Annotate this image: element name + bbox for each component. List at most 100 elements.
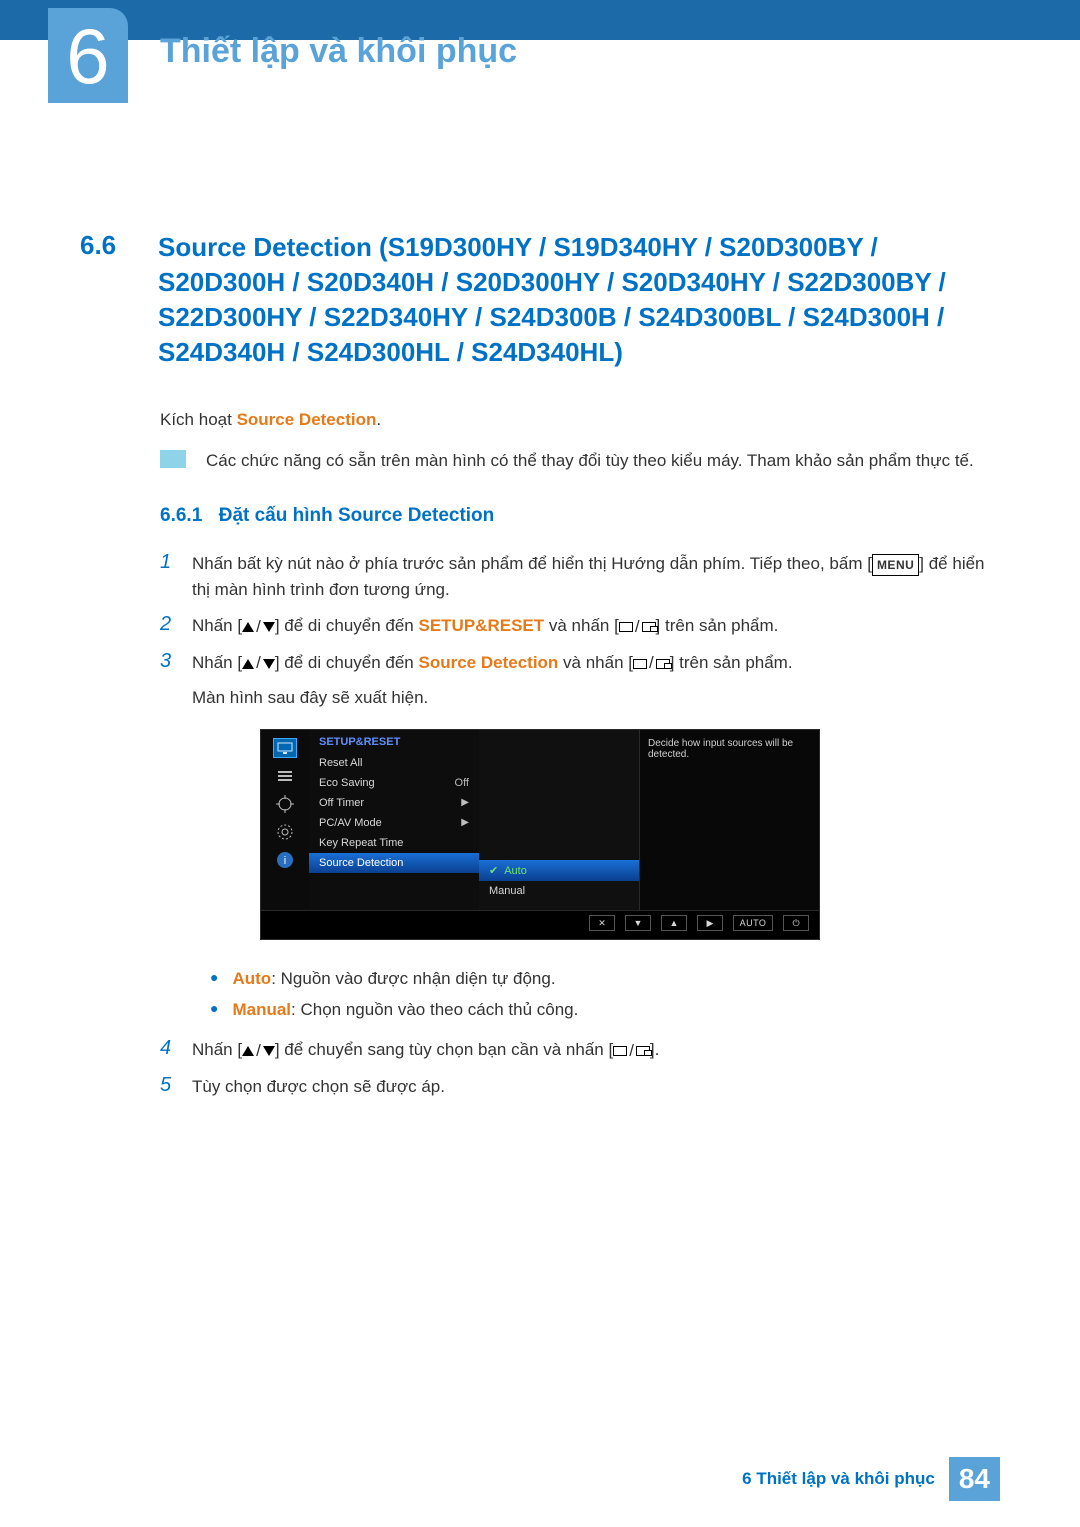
step-3: 3 Nhấn [/] để di chuyển đến Source Detec…	[160, 650, 1000, 711]
monitor-icon	[273, 738, 297, 758]
note-icon	[160, 450, 186, 468]
label: Manual	[489, 885, 525, 897]
osd-power-icon: ⏻	[783, 915, 809, 931]
step-number: 4	[160, 1037, 192, 1064]
text: Nhấn bất kỳ nút nào ở phía trước sản phẩ…	[192, 554, 872, 573]
step-body: Nhấn [/] để chuyển sang tùy chọn bạn cần…	[192, 1037, 659, 1064]
text: : Nguồn vào được nhận diện tự động.	[271, 969, 555, 988]
chapter-number: 6	[66, 17, 109, 95]
osd-sidebar: i	[261, 730, 309, 910]
text: Nhấn [	[192, 653, 242, 672]
crosshair-icon	[273, 794, 297, 814]
text: và nhấn [	[558, 653, 633, 672]
enter-icon: /	[613, 1038, 650, 1064]
term: Manual	[232, 1000, 291, 1019]
up-down-icon: /	[242, 614, 275, 640]
osd-row-eco: Eco Saving Off	[309, 773, 479, 793]
section-heading: 6.6 Source Detection (S19D300HY / S19D34…	[80, 230, 1000, 370]
osd-description: Decide how input sources will be detecte…	[639, 730, 819, 910]
term: Source Detection	[419, 653, 559, 672]
bullet-list: ● Auto: Nguồn vào được nhận diện tự động…	[210, 964, 1000, 1025]
text: và nhấn [	[544, 616, 619, 635]
enter-icon: /	[619, 614, 656, 640]
text: ] để di chuyển đến	[275, 653, 419, 672]
osd-panel: i SETUP&RESET Reset All Eco Saving Off Of…	[260, 729, 820, 940]
text: : Chọn nguồn vào theo cách thủ công.	[291, 1000, 578, 1019]
intro-suffix: .	[376, 410, 381, 429]
step-body: Nhấn [/] để di chuyển đến SETUP&RESET và…	[192, 613, 778, 640]
text: ] để di chuyển đến	[275, 616, 419, 635]
chapter-title: Thiết lập và khôi phục	[160, 32, 517, 71]
up-down-icon: /	[242, 650, 275, 676]
term: SETUP&RESET	[419, 616, 545, 635]
info-icon: i	[273, 850, 297, 870]
section-number: 6.6	[80, 230, 158, 370]
content-area: 6.6 Source Detection (S19D300HY / S19D34…	[0, 40, 1080, 1100]
step-number: 1	[160, 551, 192, 604]
intro-line: Kích hoạt Source Detection.	[160, 410, 1000, 430]
osd-up-icon: ▲	[661, 915, 687, 931]
osd-row-pcav: PC/AV Mode ▶	[309, 813, 479, 833]
list-icon	[273, 766, 297, 786]
bullet-dot-icon: ●	[210, 995, 218, 1026]
label: Off Timer	[319, 797, 364, 809]
intro-term: Source Detection	[237, 410, 377, 429]
step-4: 4 Nhấn [/] để chuyển sang tùy chọn bạn c…	[160, 1037, 1000, 1064]
chevron-right-icon: ▶	[461, 817, 469, 829]
bullet-manual: ● Manual: Chọn nguồn vào theo cách thủ c…	[210, 995, 1000, 1026]
label: PC/AV Mode	[319, 817, 382, 829]
enter-icon: /	[633, 650, 670, 676]
text: Nhấn [	[192, 616, 242, 635]
step-number: 3	[160, 650, 192, 711]
osd-menu-list: SETUP&RESET Reset All Eco Saving Off Off …	[309, 730, 479, 910]
up-down-icon: /	[242, 1038, 275, 1064]
text: Nhấn [	[192, 1040, 242, 1059]
menu-icon: MENU	[872, 554, 919, 577]
osd-right-icon: ▶	[697, 915, 723, 931]
note-text: Các chức năng có sẵn trên màn hình có th…	[206, 448, 974, 474]
bullet-dot-icon: ●	[210, 964, 218, 995]
step-2: 2 Nhấn [/] để di chuyển đến SETUP&RESET …	[160, 613, 1000, 640]
step-number: 5	[160, 1074, 192, 1100]
footer-label: 6 Thiết lập và khôi phục	[742, 1469, 935, 1489]
osd-option-auto-selected: ✔ Auto	[479, 860, 639, 881]
text: ] trên sản phẩm.	[670, 653, 793, 672]
osd-row-keyrepeat: Key Repeat Time	[309, 833, 479, 853]
term: Auto	[232, 969, 271, 988]
osd-auto-label: AUTO	[733, 915, 773, 931]
step-body: Nhấn bất kỳ nút nào ở phía trước sản phẩ…	[192, 551, 1000, 604]
value: Off	[455, 777, 469, 789]
chapter-badge: 6	[48, 8, 128, 103]
section-title: Source Detection (S19D300HY / S19D340HY …	[158, 230, 1000, 370]
label: Auto	[504, 865, 527, 877]
osd-bottom-bar: ✕ ▼ ▲ ▶ AUTO ⏻	[261, 910, 819, 935]
osd-submenu: ✔ Auto Manual	[479, 730, 639, 910]
label: Eco Saving	[319, 777, 375, 789]
gear-icon	[273, 822, 297, 842]
step-1: 1 Nhấn bất kỳ nút nào ở phía trước sản p…	[160, 551, 1000, 604]
step-body: Nhấn [/] để di chuyển đến Source Detecti…	[192, 650, 793, 711]
step-body: Tùy chọn được chọn sẽ được áp.	[192, 1074, 445, 1100]
text: Màn hình sau đây sẽ xuất hiện.	[192, 685, 793, 711]
step-number: 2	[160, 613, 192, 640]
osd-row-source-selected: Source Detection	[309, 853, 479, 873]
subsection-heading: 6.6.1 Đặt cấu hình Source Detection	[160, 505, 1000, 527]
osd-header: SETUP&RESET	[309, 730, 479, 753]
osd-screenshot: i SETUP&RESET Reset All Eco Saving Off Of…	[80, 729, 1000, 940]
note-row: Các chức năng có sẵn trên màn hình có th…	[160, 448, 1000, 474]
page-number: 84	[949, 1457, 1000, 1501]
check-icon: ✔	[489, 864, 498, 877]
osd-down-icon: ▼	[625, 915, 651, 931]
intro-prefix: Kích hoạt	[160, 410, 237, 429]
svg-text:i: i	[284, 855, 286, 867]
text: ] trên sản phẩm.	[656, 616, 779, 635]
label: Key Repeat Time	[319, 837, 403, 849]
footer: 6 Thiết lập và khôi phục 84	[742, 1457, 1000, 1501]
osd-row-reset: Reset All	[309, 753, 479, 773]
osd-close-icon: ✕	[589, 915, 615, 931]
label: Reset All	[319, 757, 362, 769]
label: Source Detection	[319, 857, 403, 869]
osd-option-manual: Manual	[479, 881, 639, 901]
step-5: 5 Tùy chọn được chọn sẽ được áp.	[160, 1074, 1000, 1100]
bullet-auto: ● Auto: Nguồn vào được nhận diện tự động…	[210, 964, 1000, 995]
